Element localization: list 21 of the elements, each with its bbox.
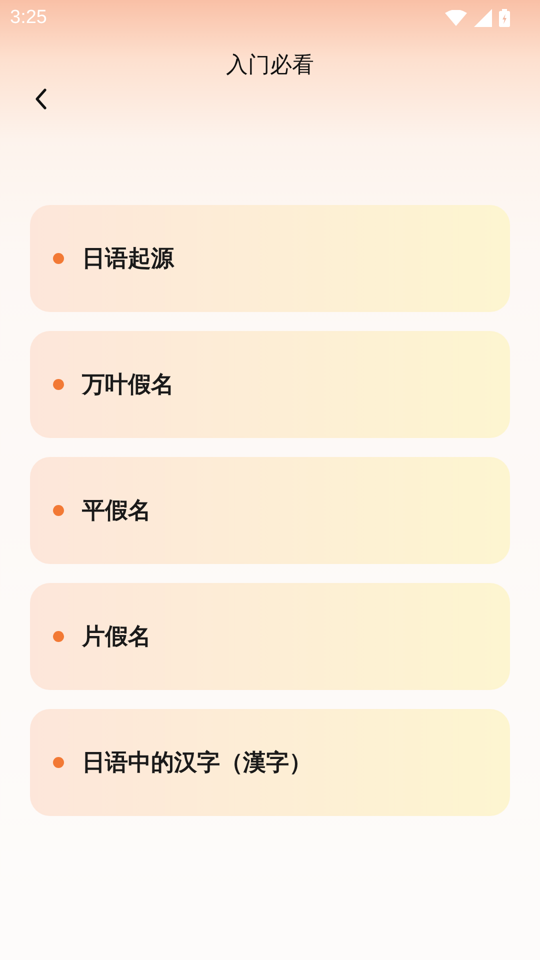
bullet-icon (53, 379, 64, 390)
wifi-icon (445, 10, 467, 26)
bullet-icon (53, 505, 64, 516)
lesson-card[interactable]: 片假名 (30, 583, 510, 690)
signal-icon (474, 9, 492, 27)
bullet-icon (53, 631, 64, 642)
back-icon (34, 88, 48, 110)
lesson-card[interactable]: 万叶假名 (30, 331, 510, 438)
bullet-icon (53, 253, 64, 264)
lesson-card[interactable]: 日语中的汉字（漢字） (30, 709, 510, 816)
page-title: 入门必看 (226, 52, 314, 80)
lesson-title: 平假名 (82, 497, 151, 526)
lesson-title: 日语起源 (82, 245, 174, 274)
lesson-title: 片假名 (82, 623, 151, 652)
bullet-icon (53, 757, 64, 768)
lesson-card[interactable]: 日语起源 (30, 205, 510, 312)
battery-icon (499, 9, 510, 27)
lesson-title: 日语中的汉字（漢字） (82, 749, 312, 778)
lesson-card[interactable]: 平假名 (30, 457, 510, 564)
status-time: 3:25 (10, 7, 47, 29)
lesson-title: 万叶假名 (82, 371, 174, 400)
